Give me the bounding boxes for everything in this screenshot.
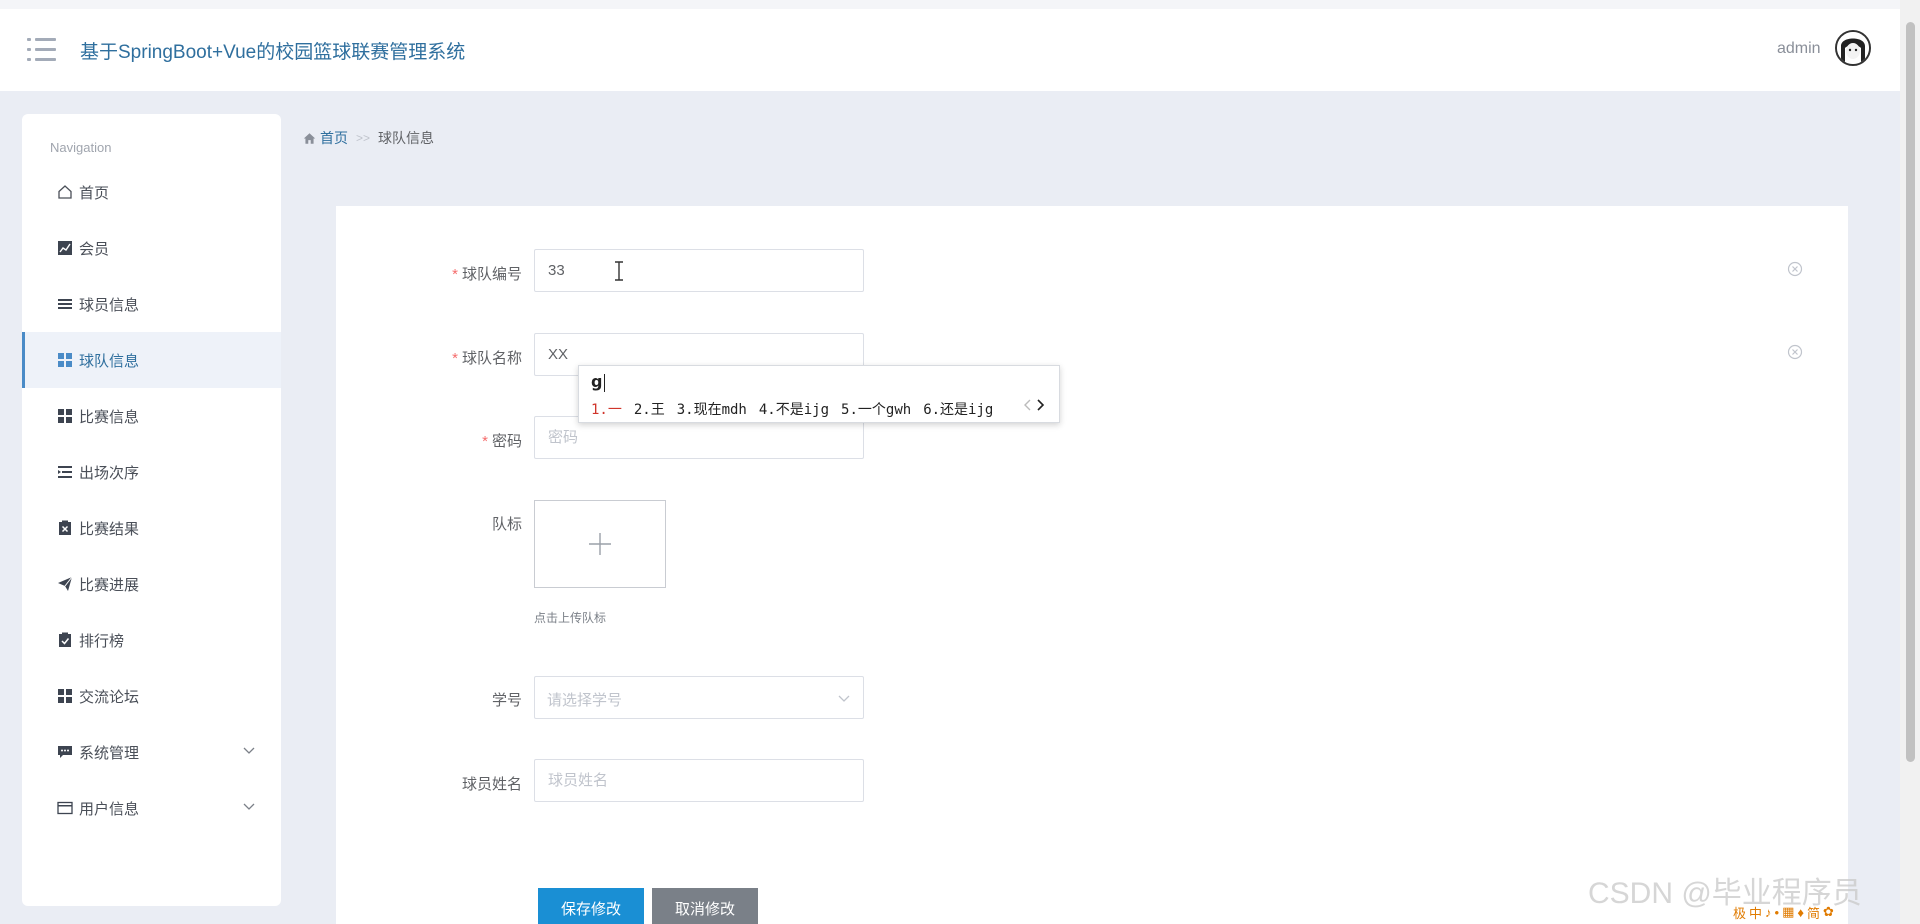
- sidebar-item-results[interactable]: 比赛结果: [22, 500, 281, 556]
- sidebar-item-lineup[interactable]: 出场次序: [22, 444, 281, 500]
- grid-icon: [57, 688, 73, 704]
- send-icon: [57, 576, 73, 592]
- tray-item[interactable]: ♦: [1797, 905, 1804, 920]
- sidebar-item-forum[interactable]: 交流论坛: [22, 668, 281, 724]
- nav-heading: Navigation: [50, 140, 112, 155]
- menu-toggle-icon[interactable]: [27, 38, 56, 62]
- sidebar-item-label: 比赛进展: [79, 576, 140, 594]
- required-mark: *: [482, 433, 488, 450]
- tray-item[interactable]: ♪: [1765, 905, 1772, 920]
- select-placeholder: 请选择学号: [547, 692, 623, 709]
- player-name-label: 球员姓名: [461, 776, 522, 793]
- page-scrollbar[interactable]: [1900, 0, 1920, 924]
- sidebar-item-label: 比赛结果: [79, 520, 140, 538]
- upload-tip: 点击上传队标: [534, 611, 607, 625]
- top-strip: [0, 0, 1920, 9]
- save-button[interactable]: 保存修改: [538, 888, 644, 924]
- sidebar-item-label: 首页: [79, 184, 110, 202]
- sidebar-item-label: 用户信息: [79, 800, 140, 818]
- sidebar-item-home[interactable]: 首页: [22, 164, 281, 220]
- tray-item[interactable]: 中: [1749, 903, 1762, 922]
- sidebar-item-label: 排行榜: [79, 632, 125, 650]
- team-no-input[interactable]: [534, 249, 864, 292]
- sidebar-item-progress[interactable]: 比赛进展: [22, 556, 281, 612]
- comment-icon: [57, 744, 73, 760]
- logo-label: 队标: [491, 516, 522, 533]
- sidebar-item-label: 交流论坛: [79, 688, 140, 706]
- required-mark: *: [452, 266, 458, 283]
- sidebar-item-system[interactable]: 系统管理: [22, 724, 281, 780]
- tray-item[interactable]: ▦: [1782, 904, 1794, 920]
- cancel-button[interactable]: 取消修改: [652, 888, 758, 924]
- chart-icon: [57, 240, 73, 256]
- ime-candidate[interactable]: 4.不是ijg: [759, 399, 829, 419]
- clear-icon[interactable]: [1787, 344, 1803, 360]
- text-cursor-icon: [615, 261, 623, 281]
- sidebar-item-label: 出场次序: [79, 464, 140, 482]
- sidebar-item-user-info[interactable]: 用户信息: [22, 780, 281, 836]
- chevron-down-icon: [241, 798, 257, 814]
- chevron-left-right-icon: [1024, 399, 1045, 411]
- ime-page-arrows[interactable]: [1023, 398, 1045, 416]
- ime-candidate[interactable]: 5.一个gwh: [841, 399, 911, 419]
- sidebar-item-label: 球队信息: [79, 352, 140, 370]
- tray-item[interactable]: 简: [1807, 903, 1820, 922]
- ime-candidate-list: 1.一 2.王 3.现在mdh 4.不是ijg 5.一个gwh 6.还是ijg: [591, 399, 993, 419]
- player-name-input[interactable]: [534, 759, 864, 802]
- tray-item[interactable]: •: [1775, 905, 1780, 920]
- grid-icon: [57, 352, 73, 368]
- card-icon: [57, 800, 73, 816]
- breadcrumb-current: 球队信息: [378, 130, 435, 146]
- chevron-down-icon: [241, 742, 257, 758]
- team-no-label: * 球队编号: [452, 266, 522, 283]
- sidebar: Navigation 首页 会员 球员信息 球队信息 比赛信息 出场次序 比赛结…: [22, 114, 281, 906]
- required-mark: *: [452, 350, 458, 367]
- chevron-down-icon: [838, 695, 850, 702]
- clipboard-check-icon: [57, 632, 73, 648]
- home-icon: [303, 132, 316, 144]
- student-no-select[interactable]: 请选择学号: [534, 676, 864, 719]
- sidebar-item-label: 会员: [79, 240, 110, 258]
- username-label[interactable]: admin: [1777, 40, 1821, 58]
- logo-uploader[interactable]: [534, 500, 666, 588]
- sidebar-item-label: 系统管理: [79, 744, 140, 762]
- grid-icon: [57, 408, 73, 424]
- breadcrumb-home-label: 首页: [320, 130, 348, 146]
- clear-icon[interactable]: [1787, 261, 1803, 277]
- ime-caret: [604, 374, 605, 392]
- student-no-label: 学号: [491, 692, 522, 709]
- ime-candidate[interactable]: 3.现在mdh: [677, 399, 747, 419]
- ime-candidate[interactable]: 6.还是ijg: [923, 399, 993, 419]
- ime-candidate[interactable]: 1.一: [591, 399, 622, 419]
- breadcrumb-home[interactable]: 首页: [303, 128, 348, 148]
- clipboard-x-icon: [57, 520, 73, 536]
- plus-icon: [589, 533, 611, 555]
- breadcrumb-separator: >>: [356, 131, 371, 145]
- scrollbar-thumb[interactable]: [1906, 22, 1915, 762]
- sidebar-item-label: 比赛信息: [79, 408, 140, 426]
- sidebar-item-label: 球员信息: [79, 296, 140, 314]
- sidebar-item-ranking[interactable]: 排行榜: [22, 612, 281, 668]
- header-bar: 基于SpringBoot+Vue的校园篮球联赛管理系统 admin: [0, 9, 1900, 91]
- list-icon: [57, 296, 73, 312]
- ime-tray: 极 中 ♪ • ▦ ♦ 简 ✿: [1733, 900, 1900, 924]
- home-icon: [57, 184, 73, 200]
- tray-item[interactable]: 极: [1733, 903, 1746, 922]
- password-label: * 密码: [482, 433, 522, 450]
- app-title: 基于SpringBoot+Vue的校园篮球联赛管理系统: [80, 42, 466, 63]
- sidebar-item-matches[interactable]: 比赛信息: [22, 388, 281, 444]
- sidebar-item-member[interactable]: 会员: [22, 220, 281, 276]
- user-avatar[interactable]: [1835, 30, 1871, 66]
- ime-candidate-popup: g 1.一 2.王 3.现在mdh 4.不是ijg 5.一个gwh 6.还是ij…: [578, 365, 1060, 423]
- sidebar-item-teams[interactable]: 球队信息: [22, 332, 281, 388]
- ime-candidate[interactable]: 2.王: [634, 399, 665, 419]
- tray-item[interactable]: ✿: [1823, 904, 1834, 920]
- indent-icon: [57, 464, 73, 480]
- sidebar-item-players[interactable]: 球员信息: [22, 276, 281, 332]
- breadcrumb: 首页 >> 球队信息: [303, 128, 434, 148]
- ime-composition: g: [591, 372, 603, 391]
- team-name-label: * 球队名称: [452, 350, 522, 367]
